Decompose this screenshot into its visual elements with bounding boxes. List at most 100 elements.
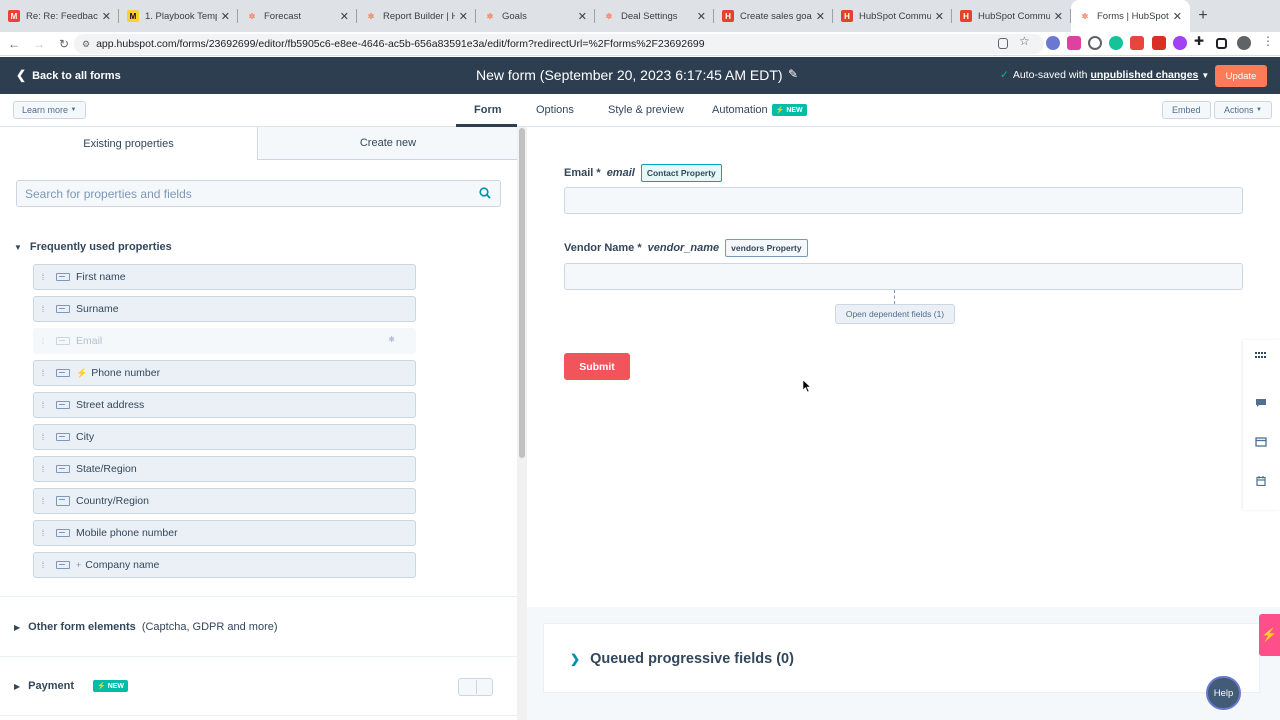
close-icon[interactable]: ✕ <box>816 10 825 23</box>
grammarly-icon[interactable] <box>1109 36 1123 50</box>
drag-handle-icon[interactable]: ⁞ <box>34 560 50 570</box>
actions-dropdown[interactable]: Actions ▼ <box>1214 101 1272 119</box>
drag-handle-icon[interactable]: ⁞ <box>34 304 50 314</box>
email-input[interactable] <box>564 187 1243 214</box>
extension-icon[interactable] <box>1130 36 1144 50</box>
gmail-icon: M <box>8 10 20 22</box>
extension-icon[interactable] <box>1067 36 1081 50</box>
side-panel-icon[interactable] <box>1216 38 1227 49</box>
hubspot-icon: ✲ <box>1081 11 1089 21</box>
close-icon[interactable]: ✕ <box>1054 10 1063 23</box>
close-icon[interactable]: ✕ <box>221 10 230 23</box>
browser-tab[interactable]: M 1. Playbook Template ✕ <box>119 0 238 32</box>
url-field[interactable]: ⚙ app.hubspot.com/forms/23692699/editor/… <box>74 34 1044 54</box>
hubspot-icon: ✲ <box>367 11 375 21</box>
tab-style-preview[interactable]: Style & preview <box>608 104 684 116</box>
property-street-address[interactable]: ⁞ Street address <box>33 392 416 418</box>
open-dependent-fields-button[interactable]: Open dependent fields (1) <box>835 304 955 324</box>
payment-toggle[interactable] <box>458 678 493 696</box>
browser-tab[interactable]: ✲ Forecast ✕ <box>238 0 357 32</box>
browser-tab[interactable]: H Create sales goals ✕ <box>714 0 833 32</box>
browser-window-icon[interactable] <box>1255 437 1267 447</box>
browser-tab[interactable]: M Re: Re: Feedback fo ✕ <box>0 0 119 32</box>
drag-handle-icon[interactable]: ⁞ <box>34 432 50 442</box>
property-surname[interactable]: ⁞ Surname <box>33 296 416 322</box>
drag-handle-icon[interactable]: ⁞ <box>34 464 50 474</box>
search-icon[interactable] <box>479 187 491 199</box>
site-info-icon[interactable]: ⚙ <box>82 39 90 50</box>
update-button[interactable]: Update <box>1215 65 1267 87</box>
embed-button[interactable]: Embed <box>1162 101 1211 119</box>
share-icon[interactable] <box>998 38 1008 49</box>
unpublished-changes-link[interactable]: unpublished changes <box>1090 69 1198 81</box>
other-form-elements-header[interactable]: ▶ Other form elements (Captcha, GDPR and … <box>14 621 278 633</box>
reload-icon[interactable]: ↻ <box>53 37 75 51</box>
extension-icon[interactable] <box>1088 36 1102 50</box>
property-state-region[interactable]: ⁞ State/Region <box>33 456 416 482</box>
chevron-right-icon: ❯ <box>570 652 581 666</box>
menu-kebab-icon[interactable]: ⋮ <box>1262 34 1276 48</box>
caret-down-icon[interactable]: ▼ <box>1201 71 1209 80</box>
mouse-cursor-icon <box>803 380 811 392</box>
back-to-forms-link[interactable]: ❮ Back to all forms <box>16 68 121 82</box>
submit-button[interactable]: Submit <box>564 353 630 380</box>
browser-tab[interactable]: ✲ Goals ✕ <box>476 0 595 32</box>
caret-down-icon: ▼ <box>1256 107 1262 113</box>
property-phone-number[interactable]: ⁞ ⚡ Phone number <box>33 360 416 386</box>
panel-scrollbar-thumb[interactable] <box>519 128 525 458</box>
frequent-properties-header[interactable]: ▼ Frequently used properties <box>14 241 175 253</box>
extension-icon[interactable] <box>1152 36 1166 50</box>
vendor-name-input[interactable] <box>564 263 1243 290</box>
close-icon[interactable]: ✕ <box>102 10 111 23</box>
close-icon[interactable]: ✕ <box>935 10 944 23</box>
email-field-label[interactable]: Email * email Contact Property <box>564 164 722 182</box>
chat-icon[interactable] <box>1255 398 1267 408</box>
back-arrow-icon[interactable]: ← <box>3 37 25 51</box>
browser-tab[interactable]: H HubSpot Community ✕ <box>833 0 952 32</box>
property-company-name[interactable]: ⁞ + Company name <box>33 552 416 578</box>
tab-create-new[interactable]: Create new <box>259 127 517 160</box>
queued-progressive-fields[interactable]: ❯ Queued progressive fields (0) <box>543 623 1260 693</box>
tab-form[interactable]: Form <box>474 104 502 116</box>
drag-handle-icon[interactable]: ⁞ <box>34 528 50 538</box>
close-icon[interactable]: ✕ <box>340 10 349 23</box>
forward-arrow-icon[interactable]: → <box>28 37 50 51</box>
vendor-name-field-label[interactable]: Vendor Name * vendor_name vendors Proper… <box>564 239 808 257</box>
hubspot-icon: ✲ <box>605 11 613 21</box>
property-mobile-phone[interactable]: ⁞ Mobile phone number <box>33 520 416 546</box>
browser-tab[interactable]: ✲ Report Builder | Hub ✕ <box>357 0 476 32</box>
bookmark-star-icon[interactable]: ☆ <box>1019 34 1033 48</box>
drag-handle-icon[interactable]: ⁞ <box>34 368 50 378</box>
profile-avatar[interactable] <box>1237 36 1251 50</box>
property-country-region[interactable]: ⁞ Country/Region <box>33 488 416 514</box>
close-icon[interactable]: ✕ <box>697 10 706 23</box>
edit-pencil-icon[interactable]: ✎ <box>788 67 798 81</box>
drag-handle-icon[interactable]: ⁞ <box>34 496 50 506</box>
close-icon[interactable]: ✕ <box>1173 10 1182 23</box>
tab-options[interactable]: Options <box>536 104 574 116</box>
extension-icon[interactable] <box>1046 36 1060 50</box>
property-type-tag: Contact Property <box>640 164 722 182</box>
drag-handle-icon[interactable]: ⁞ <box>34 400 50 410</box>
tab-existing-properties[interactable]: Existing properties <box>0 127 258 160</box>
payment-header[interactable]: ▶ Payment ⚡ NEW <box>14 680 129 692</box>
lightning-icon[interactable]: ⚡ <box>1259 614 1280 656</box>
browser-tab[interactable]: H HubSpot Community ✕ <box>952 0 1071 32</box>
property-first-name[interactable]: ⁞ First name <box>33 264 416 290</box>
close-icon[interactable]: ✕ <box>578 10 587 23</box>
close-icon[interactable]: ✕ <box>459 10 468 23</box>
learn-more-dropdown[interactable]: Learn more ▼ <box>13 101 86 119</box>
browser-tab-active[interactable]: ✲ Forms | HubSpot ✕ <box>1071 0 1190 32</box>
check-icon: ✓ <box>1000 69 1009 81</box>
property-search-input[interactable]: Search for properties and fields <box>16 180 501 207</box>
help-button[interactable]: Help <box>1206 676 1241 710</box>
property-city[interactable]: ⁞ City <box>33 424 416 450</box>
extension-icon[interactable] <box>1173 36 1187 50</box>
puzzle-extensions-icon[interactable]: ✚ <box>1194 34 1208 48</box>
new-tab-icon[interactable]: + <box>1190 0 1216 32</box>
tab-automation[interactable]: Automation ⚡ NEW <box>712 104 807 117</box>
drag-handle-icon[interactable]: ⁞ <box>34 272 50 282</box>
calendar-icon[interactable] <box>1255 476 1267 486</box>
grid-apps-icon[interactable] <box>1255 350 1267 360</box>
browser-tab[interactable]: ✲ Deal Settings ✕ <box>595 0 714 32</box>
